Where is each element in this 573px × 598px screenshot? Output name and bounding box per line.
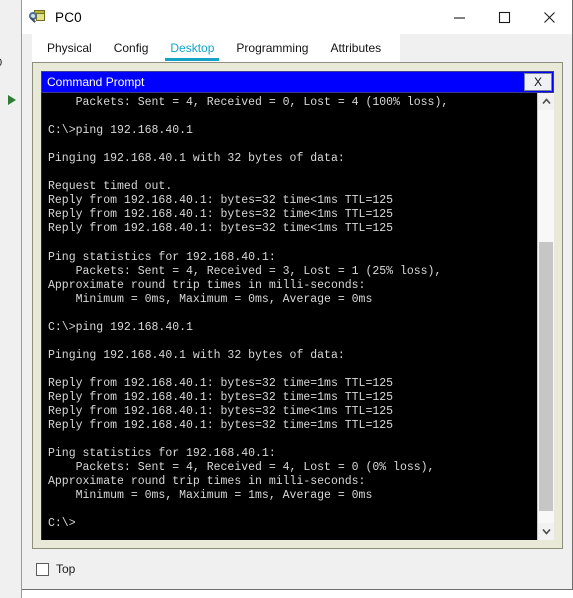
- tab-attributes[interactable]: Attributes: [319, 34, 392, 62]
- terminal-line: Reply from 192.168.40.1: bytes=32 time<1…: [48, 222, 394, 236]
- terminal-line: Packets: Sent = 4, Received = 0, Lost = …: [48, 96, 449, 109]
- terminal-line: Ping statistics for 192.168.40.1:: [48, 447, 276, 461]
- pc-magnifier-icon: [29, 8, 47, 26]
- window-title: PC0: [55, 9, 82, 25]
- terminal-line: Pinging 192.168.40.1 with 32 bytes of da…: [48, 348, 345, 362]
- green-triangle-icon: [8, 95, 16, 105]
- terminal-line: C:\>ping 192.168.40.1: [48, 124, 193, 138]
- terminal-line: C:\>: [48, 517, 76, 531]
- close-icon[interactable]: [527, 0, 572, 34]
- terminal-output[interactable]: Packets: Sent = 4, Received = 0, Lost = …: [42, 93, 537, 540]
- desktop-panel: Command Prompt X Packets: Sent = 4, Rece…: [32, 62, 563, 549]
- window-titlebar: PC0: [22, 0, 572, 34]
- terminal-line: Pinging 192.168.40.1 with 32 bytes of da…: [48, 152, 345, 166]
- chevron-down-icon[interactable]: [538, 523, 554, 540]
- terminal-line: Approximate round trip times in milli-se…: [48, 278, 366, 292]
- terminal-line: C:\>ping 192.168.40.1: [48, 320, 193, 334]
- terminal-line: Reply from 192.168.40.1: bytes=32 time<1…: [48, 194, 394, 208]
- terminal-line: Packets: Sent = 4, Received = 3, Lost = …: [48, 264, 442, 278]
- terminal-scrollbar[interactable]: [537, 93, 554, 540]
- background-app-strip: 0: [0, 0, 22, 598]
- terminal-line: Ping statistics for 192.168.40.1:: [48, 250, 276, 264]
- terminal-line: Minimum = 0ms, Maximum = 0ms, Average = …: [48, 292, 373, 306]
- terminal-line: Reply from 192.168.40.1: bytes=32 time<1…: [48, 405, 394, 419]
- tab-desktop[interactable]: Desktop: [159, 34, 225, 62]
- terminal-line: Reply from 192.168.40.1: bytes=32 time=1…: [48, 419, 394, 433]
- window-controls: [437, 0, 572, 34]
- tab-physical[interactable]: Physical: [36, 34, 103, 62]
- scrollbar-thumb[interactable]: [539, 242, 553, 511]
- tab-programming[interactable]: Programming: [225, 34, 319, 62]
- terminal-line: Request timed out.: [48, 180, 173, 194]
- tabstrip-container: Physical Config Desktop Programming Attr…: [22, 34, 572, 62]
- terminal-line: Reply from 192.168.40.1: bytes=32 time<1…: [48, 208, 394, 222]
- top-checkbox[interactable]: [36, 562, 49, 576]
- terminal-line: Packets: Sent = 4, Received = 4, Lost = …: [48, 461, 435, 475]
- terminal-area: Packets: Sent = 4, Received = 0, Lost = …: [41, 93, 554, 540]
- chevron-up-icon[interactable]: [538, 93, 554, 110]
- terminal-line: Reply from 192.168.40.1: bytes=32 time=1…: [48, 376, 394, 390]
- minimize-icon[interactable]: [437, 0, 482, 34]
- command-prompt-title: Command Prompt: [47, 75, 145, 89]
- tab-config[interactable]: Config: [103, 34, 160, 62]
- background-edge-label: 0: [0, 57, 2, 69]
- command-prompt-window: Command Prompt X Packets: Sent = 4, Rece…: [41, 71, 554, 540]
- terminal-line: Approximate round trip times in milli-se…: [48, 475, 366, 489]
- terminal-line: Minimum = 0ms, Maximum = 1ms, Average = …: [48, 489, 373, 503]
- tabstrip: Physical Config Desktop Programming Attr…: [32, 34, 401, 62]
- bottom-bar: Top: [22, 549, 572, 589]
- maximize-icon[interactable]: [482, 0, 527, 34]
- terminal-line: Reply from 192.168.40.1: bytes=32 time=1…: [48, 390, 394, 404]
- pc0-window: PC0 Physical Config Desktop Programming …: [22, 0, 573, 590]
- top-checkbox-label: Top: [56, 562, 76, 576]
- command-prompt-close-button[interactable]: X: [524, 73, 552, 91]
- scrollbar-track[interactable]: [538, 110, 554, 523]
- command-prompt-titlebar: Command Prompt X: [41, 71, 554, 93]
